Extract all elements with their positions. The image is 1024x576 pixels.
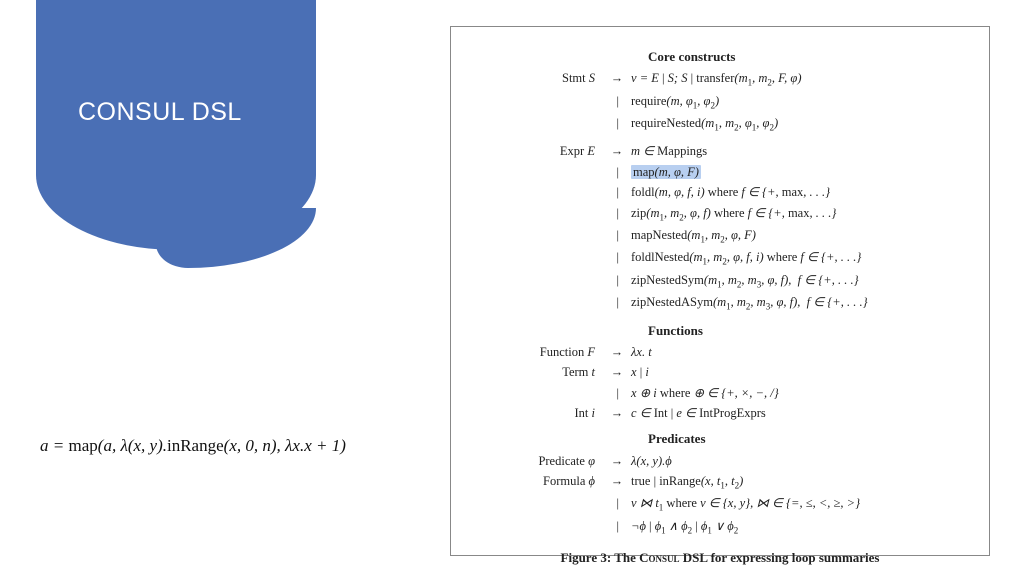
rule-expr-alt: | mapNested(m1, m2, φ, F) [473,226,967,247]
grammar-figure: Core constructs Stmt S → v = E | S; S | … [450,26,990,556]
page-title: CONSUL DSL [78,98,242,127]
rule-formula: Formula ϕ → true | inRange(x, t1, t2) [473,472,967,493]
section-functions: Functions [648,321,967,341]
rule-term: Term t → x | i [473,363,967,382]
section-core: Core constructs [648,47,967,67]
rule-expr-map-highlighted: | map(m, φ, F) [473,163,967,182]
rule-stmt: Stmt S → v = E | S; S | transfer(m1, m2,… [473,69,967,90]
section-predicates: Predicates [648,429,967,449]
rule-stmt-alt: | requireNested(m1, m2, φ1, φ2) [473,114,967,135]
rule-expr-alt: | zipNestedASym(m1, m2, m3, φ, f), f ∈ {… [473,293,967,314]
figure-caption: Figure 3: The Consul DSL for expressing … [473,548,967,568]
rule-int: Int i → c ∈ Int | e ∈ IntProgExprs [473,404,967,423]
rule-predicate: Predicate φ → λ(x, y).ϕ [473,452,967,471]
rule-expr: Expr E → m ∈ Mappings [473,142,967,161]
example-equation: a = map(a, λ(x, y).inRange(x, 0, n), λx.… [40,436,346,456]
rule-function: Function F → λx. t [473,343,967,362]
rule-expr-alt: | zipNestedSym(m1, m2, m3, φ, f), f ∈ {+… [473,271,967,292]
rule-expr-alt: | foldl(m, φ, f, i) where f ∈ {+, max, .… [473,183,967,202]
rule-term-alt: | x ⊕ i where ⊕ ∈ {+, ×, −, /} [473,384,967,403]
rule-formula-alt: | v ⋈ t1 where v ∈ {x, y}, ⋈ ∈ {=, ≤, <,… [473,494,967,515]
rule-expr-alt: | zip(m1, m2, φ, f) where f ∈ {+, max, .… [473,204,967,225]
rule-expr-alt: | foldlNested(m1, m2, φ, f, i) where f ∈… [473,248,967,269]
rule-formula-alt: | ¬ϕ | ϕ1 ∧ ϕ2 | ϕ1 ∨ ϕ2 [473,517,967,538]
rule-stmt-alt: | require(m, φ1, φ2) [473,92,967,113]
